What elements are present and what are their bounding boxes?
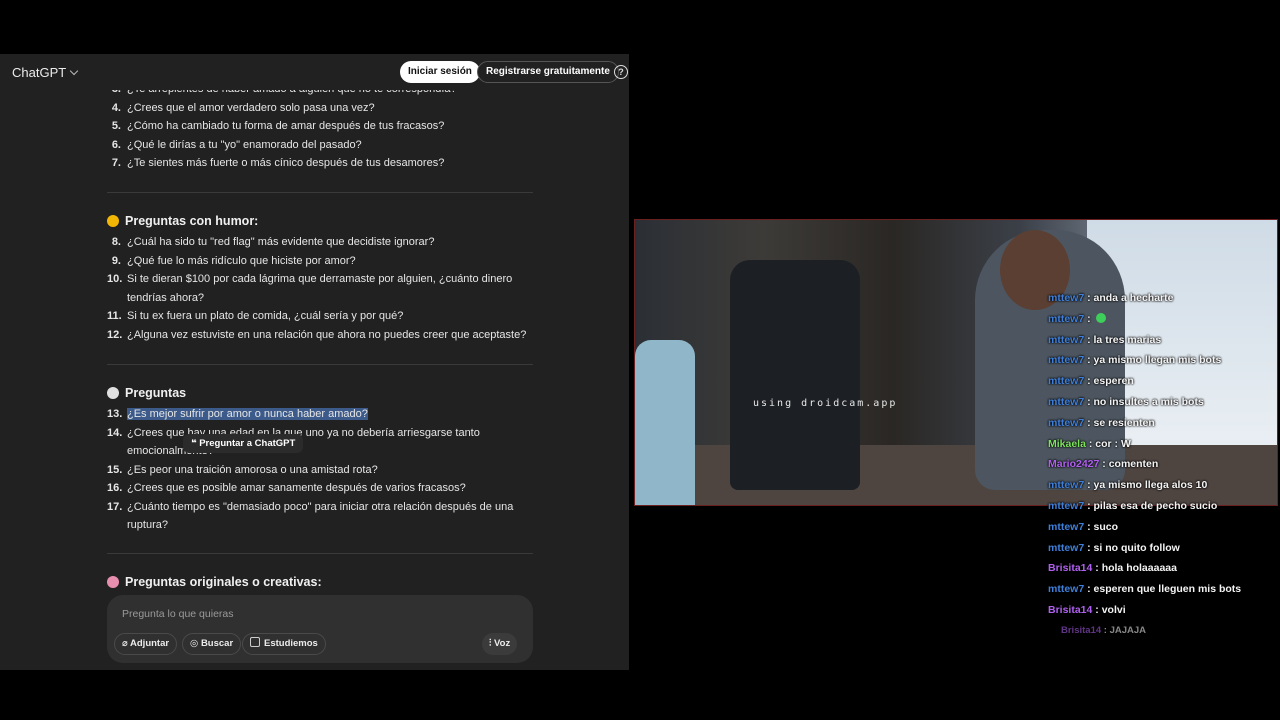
list-item: 11. Si tu ex fuera un plato de comida, ¿… — [107, 310, 404, 322]
chat-text: : hola holaaaaaa — [1092, 562, 1177, 575]
section-heading-original: Preguntas originales o creativas: — [107, 575, 322, 589]
top-bar: ChatGPT Iniciar sesión Registrarse gratu… — [0, 54, 629, 90]
chat-message: mttew7 : pilas esa de pecho sucio — [1048, 500, 1217, 512]
chat-text: : pilas esa de pecho sucio — [1084, 500, 1218, 512]
prompt-composer: ⌀ Adjuntar ◎ Buscar Estudiemos ⫶ Voz — [107, 595, 533, 663]
speech-bubble-icon — [107, 387, 119, 399]
list-item: 16. ¿Crees que es posible amar sanamente… — [107, 482, 466, 494]
chat-username: mttew7 — [1048, 292, 1085, 304]
section-divider — [107, 553, 533, 554]
chat-text: : JAJAJA — [1101, 624, 1147, 636]
chat-message: mttew7 : esperen que lleguen mis bots — [1048, 583, 1241, 595]
chat-username: mttew7 — [1048, 333, 1085, 346]
list-item: 8. ¿Cuál ha sido tu "red flag" más evide… — [111, 236, 435, 248]
voice-button[interactable]: ⫶ Voz — [482, 633, 518, 655]
chat-text: : esperen — [1084, 375, 1134, 388]
chat-message: Brisita14 : volvi — [1048, 604, 1126, 616]
list-item: 9. ¿Qué fue lo más ridículo que hiciste … — [111, 254, 356, 267]
book-icon — [250, 637, 260, 647]
chat-text: : se resienten — [1084, 416, 1155, 429]
chat-username: mttew7 — [1048, 396, 1085, 408]
list-item: 7. ¿Te sientes más fuerte o más cínico d… — [111, 157, 445, 169]
laughing-emoji-icon — [107, 215, 119, 227]
list-item: 17. ¿Cuánto tiempo es "demasiado poco" p… — [107, 500, 514, 532]
chevron-down-icon — [69, 66, 79, 76]
globe-icon: ◎ — [190, 638, 201, 649]
help-icon[interactable]: ? — [614, 65, 628, 79]
chat-message: mttew7 : ya mismo llegan mis bots — [1048, 354, 1221, 366]
chat-message: Brisita14 : hola holaaaaaa — [1048, 562, 1177, 574]
section-divider — [107, 192, 533, 193]
list-item: 14. ¿Crees que hay una edad en la que un… — [107, 426, 480, 458]
ask-chatgpt-button[interactable]: ❝ Preguntar a ChatGPT — [183, 434, 304, 453]
section-divider — [107, 364, 533, 365]
list-item: 4. ¿Crees que el amor verdadero solo pas… — [111, 101, 375, 114]
section-heading-debate: Preguntas — [107, 386, 186, 400]
bottle — [635, 340, 695, 505]
list-item: 15. ¿Es peor una traición amorosa o una … — [107, 463, 378, 476]
study-button[interactable]: Estudiemos — [242, 633, 326, 655]
chat-text: : — [1084, 312, 1094, 325]
chat-username: mttew7 — [1048, 312, 1085, 325]
list-item: 13. ¿Es mejor sufrir por amor o nunca ha… — [107, 408, 368, 420]
chat-message: mttew7 : esperen — [1048, 375, 1134, 387]
login-button[interactable]: Iniciar sesión — [400, 61, 480, 83]
list-item: 5. ¿Cómo ha cambiado tu forma de amar de… — [111, 120, 445, 132]
chat-text: : volvi — [1092, 604, 1126, 616]
section-heading-humor: Preguntas con humor: — [107, 214, 258, 228]
chat-message: mttew7 : ya mismo llega alos 10 — [1048, 479, 1207, 491]
chat-username: mttew7 — [1048, 375, 1085, 388]
droidcam-watermark: using droidcam.app — [753, 398, 898, 409]
list-item: 12. ¿Alguna vez estuviste en una relació… — [107, 328, 527, 341]
chat-username: Brisita14 — [1048, 562, 1093, 575]
chat-text: : si no quito follow — [1084, 541, 1180, 554]
paperclip-icon: ⌀ — [122, 638, 131, 649]
chat-username: mttew7 — [1048, 583, 1085, 596]
quote-icon: ❝ — [191, 438, 200, 449]
chat-message: Mikaela : cor : W — [1048, 438, 1131, 450]
chat-message: Brisita14 : JAJAJA — [1061, 625, 1146, 636]
model-selector[interactable]: ChatGPT — [12, 65, 79, 80]
list-item: 10. Si te dieran $100 por cada lágrima q… — [107, 273, 513, 304]
chat-message: mttew7 : — [1048, 312, 1106, 325]
chat-text: : anda a hecharte — [1084, 292, 1174, 304]
chat-username: Brisita14 — [1061, 624, 1102, 636]
selected-text[interactable]: ¿Es mejor sufrir por amor o nunca haber … — [127, 408, 368, 420]
signup-button[interactable]: Registrarse gratuitamente — [477, 61, 619, 83]
chat-text: : ya mismo llegan mis bots — [1084, 354, 1222, 367]
chat-username: Brisita14 — [1048, 604, 1093, 616]
chat-text: : esperen que lleguen mis bots — [1084, 583, 1242, 596]
chat-username: mttew7 — [1048, 354, 1085, 367]
chat-message: mttew7 : anda a hecharte — [1048, 292, 1173, 304]
chat-emote-icon — [1095, 312, 1106, 323]
chat-username: mttew7 — [1048, 520, 1085, 533]
chat-username: Mario2427 — [1048, 458, 1100, 471]
prompt-input[interactable] — [120, 607, 504, 621]
chat-text: : ya mismo llega alos 10 — [1084, 479, 1208, 492]
chat-message: mttew7 : no insultes a mis bots — [1048, 396, 1204, 408]
chat-message: Mario2427 : comenten — [1048, 458, 1158, 470]
brain-icon — [107, 576, 119, 588]
chat-username: mttew7 — [1048, 541, 1085, 554]
chat-message: mttew7 : se resienten — [1048, 417, 1155, 429]
chat-message: mttew7 : suco — [1048, 521, 1118, 533]
chat-text: : cor : W — [1085, 437, 1131, 450]
chat-text: : suco — [1084, 520, 1119, 533]
attach-button[interactable]: ⌀ Adjuntar — [114, 633, 178, 655]
chat-text: : la tres marias — [1084, 333, 1162, 346]
office-chair — [730, 260, 860, 490]
chat-text: : no insultes a mis bots — [1084, 396, 1204, 408]
search-button[interactable]: ◎ Buscar — [182, 633, 242, 655]
chat-message: mttew7 : la tres marias — [1048, 334, 1161, 346]
chat-username: mttew7 — [1048, 500, 1085, 512]
chat-text: : comenten — [1099, 458, 1159, 471]
chatgpt-window: 3. ¿Te arrepientes de haber amado a algu… — [0, 54, 629, 670]
chat-username: mttew7 — [1048, 416, 1085, 429]
chat-username: mttew7 — [1048, 479, 1085, 492]
list-item: 6. ¿Qué le dirías a tu "yo" enamorado de… — [111, 138, 362, 151]
chat-username: Mikaela — [1048, 437, 1086, 450]
chat-message: mttew7 : si no quito follow — [1048, 542, 1180, 554]
